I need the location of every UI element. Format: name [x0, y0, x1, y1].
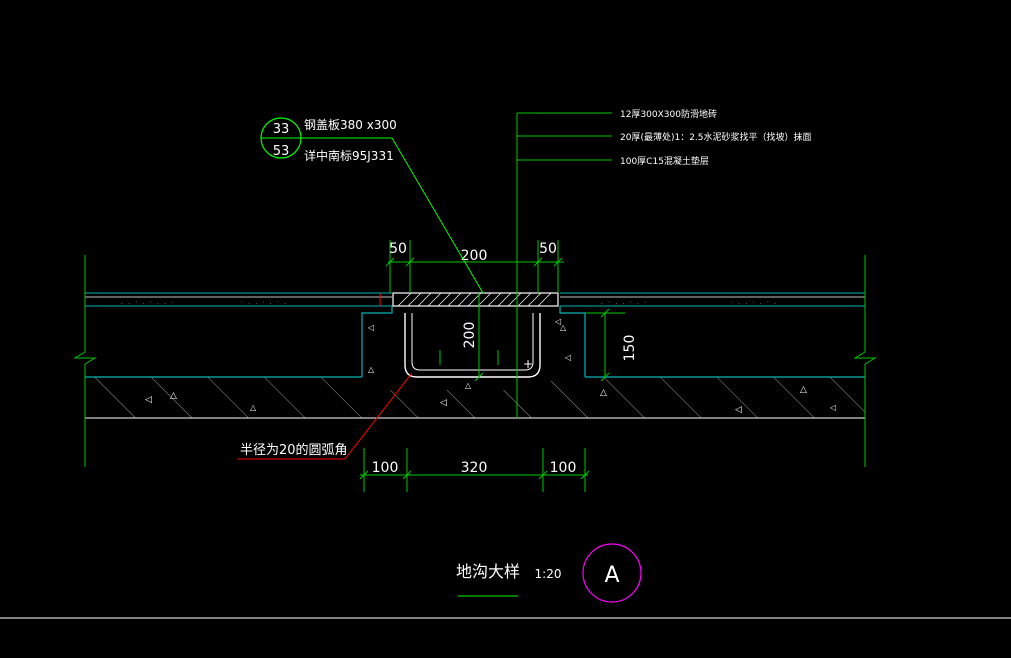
right-height-dimension — [585, 308, 625, 382]
callout-index-top: 33 — [273, 122, 290, 137]
svg-text:· . . · . · .: · . . · . · . — [240, 299, 287, 306]
break-lines — [73, 255, 877, 467]
svg-text:△: △ — [465, 381, 472, 390]
callout-index-bottom: 53 — [273, 144, 290, 159]
concrete-base-slab: ◁ △ △ ◁ △ △ ◁ △ ◁ — [85, 376, 865, 419]
drawing-title: 地沟大样 — [456, 562, 520, 581]
callout-line2: 详中南标95J331 — [304, 148, 394, 163]
dim-top-right: 50 — [539, 241, 557, 257]
svg-text:△: △ — [600, 388, 607, 398]
svg-text:△: △ — [800, 385, 807, 395]
svg-text:◁: ◁ — [145, 395, 152, 405]
svg-text:◁: ◁ — [564, 353, 571, 362]
detail-mark-letter: A — [604, 563, 619, 588]
layer-label-2: 20厚(最薄处)1：2.5水泥砂浆找平（找坡）抹面 — [620, 131, 812, 143]
callout-line1: 钢盖板380 x300 — [304, 118, 397, 132]
radius-note: 半径为20的圆弧角 — [240, 442, 348, 458]
layer-leader — [516, 112, 612, 418]
cover-callout — [260, 117, 484, 294]
svg-text:◁: ◁ — [367, 323, 374, 332]
steel-cover-plate — [379, 292, 559, 307]
svg-text:◁: ◁ — [554, 317, 561, 326]
svg-text:◁: ◁ — [829, 403, 836, 412]
svg-text:△: △ — [250, 403, 257, 412]
svg-text:△: △ — [368, 365, 375, 374]
dim-trench-depth: 200 — [462, 322, 478, 349]
svg-text:+: + — [523, 357, 533, 371]
svg-text:· . . · . · .: · . . · . · . — [730, 299, 777, 306]
svg-text:◁: ◁ — [440, 398, 447, 408]
dim-bottom-right: 100 — [550, 460, 577, 476]
svg-text:△: △ — [170, 391, 177, 401]
drawing-canvas: ◁ △ △ ◁ △ △ ◁ △ ◁ . . · . · . . · · . . … — [0, 108, 1011, 619]
floor-finish-layers: . . · . · . . · · . . · . · . . · . . · … — [85, 292, 865, 307]
dim-top-left: 50 — [389, 241, 407, 257]
dim-bottom-left: 100 — [372, 460, 399, 476]
drawing-scale: 1:20 — [535, 567, 562, 581]
svg-text:◁: ◁ — [735, 405, 742, 415]
layer-label-3: 100厚C15混凝土垫层 — [620, 155, 709, 167]
layer-label-1: 12厚300X300防滑地砖 — [620, 108, 717, 120]
svg-text:. · . . · . ·: . · . . · . · — [600, 299, 647, 306]
dim-bottom-mid: 320 — [461, 460, 488, 476]
dim-right-height: 150 — [622, 335, 638, 362]
svg-text:. . · . · . . ·: . . · . · . . · — [120, 299, 174, 306]
